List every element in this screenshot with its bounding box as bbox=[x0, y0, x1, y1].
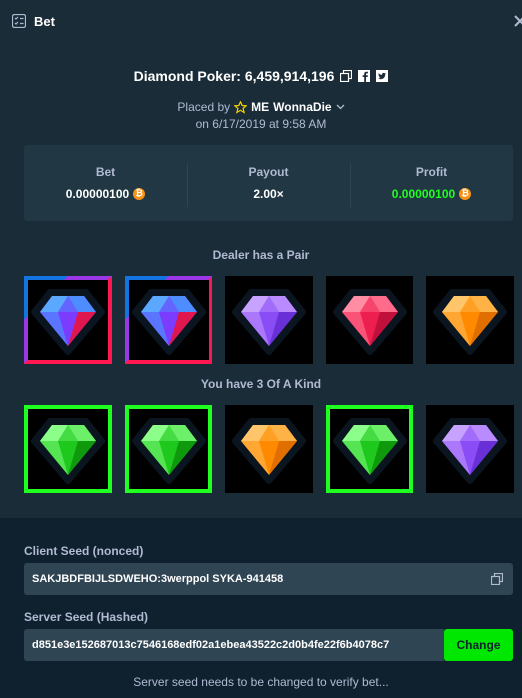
verify-note: Server seed needs to be changed to verif… bbox=[133, 675, 389, 689]
client-seed-label: Client Seed (nonced) bbox=[24, 544, 144, 558]
copy-icon[interactable] bbox=[491, 573, 503, 585]
bet-date: on 6/17/2019 at 9:58 AM bbox=[195, 117, 327, 131]
placed-by-row: Placed by ME WonnaDie bbox=[0, 100, 522, 114]
bet-stats-panel: Bet 0.00000100 ₿ Payout 2.00× Profit 0.0… bbox=[24, 145, 513, 221]
player-card bbox=[325, 405, 414, 493]
twitter-icon[interactable] bbox=[376, 70, 389, 82]
client-seed-field[interactable]: SAKJBDFBIJLSDWEHO:3werppol SYKA-941458 bbox=[24, 563, 513, 595]
profit-stat: Profit 0.00000100 ₿ bbox=[350, 145, 513, 221]
player-cards bbox=[24, 405, 514, 493]
profit-label: Profit bbox=[415, 165, 448, 179]
dealer-card bbox=[124, 276, 213, 364]
facebook-icon[interactable] bbox=[358, 70, 371, 82]
bet-label: Bet bbox=[95, 165, 116, 179]
change-seed-button[interactable]: Change bbox=[444, 629, 513, 661]
payout-label: Payout bbox=[248, 165, 289, 179]
server-seed-field[interactable]: d851e3e152687013c7546168edf02a1ebea43522… bbox=[24, 629, 444, 661]
vip-star-icon bbox=[234, 100, 248, 114]
gem-blue-icon bbox=[28, 280, 108, 360]
player-card bbox=[426, 405, 514, 493]
payout-stat: Payout 2.00× bbox=[187, 145, 350, 221]
bet-amount: 0.00000100 bbox=[65, 187, 130, 201]
dealer-hand-label: Dealer has a Pair bbox=[212, 248, 310, 262]
gem-red-icon bbox=[330, 280, 410, 360]
dealer-cards bbox=[24, 276, 514, 364]
copy-icon[interactable] bbox=[340, 70, 353, 82]
gem-green-icon bbox=[28, 409, 108, 489]
dealer-card bbox=[426, 276, 514, 364]
dealer-card bbox=[225, 276, 313, 364]
game-title: Diamond Poker: 6,459,914,196 bbox=[133, 68, 335, 84]
bet-list-icon bbox=[12, 14, 26, 28]
dealer-card bbox=[325, 276, 414, 364]
bet-title-row: Diamond Poker: 6,459,914,196 bbox=[0, 68, 522, 84]
gem-green-icon bbox=[330, 409, 410, 489]
placed-by-label: Placed by bbox=[177, 100, 231, 114]
gem-green-icon bbox=[129, 409, 209, 489]
close-icon[interactable] bbox=[514, 15, 522, 27]
chevron-down-icon[interactable] bbox=[336, 104, 345, 110]
player-hand-label: You have 3 Of A Kind bbox=[200, 377, 322, 391]
server-seed-label: Server Seed (Hashed) bbox=[24, 610, 149, 624]
bitcoin-icon: ₿ bbox=[459, 188, 472, 200]
player-card bbox=[124, 405, 213, 493]
gem-purple-icon bbox=[229, 280, 309, 360]
bet-amount-stat: Bet 0.00000100 ₿ bbox=[24, 145, 187, 221]
player-card bbox=[24, 405, 112, 493]
gem-orange-icon bbox=[430, 280, 510, 360]
payout-value: 2.00× bbox=[253, 187, 284, 201]
gem-orange-icon bbox=[229, 409, 309, 489]
profit-value: 0.00000100 ₿ bbox=[391, 187, 472, 201]
modal-title: Bet bbox=[34, 13, 55, 29]
modal-header: Bet bbox=[0, 0, 522, 42]
server-seed-value: d851e3e152687013c7546168edf02a1ebea43522… bbox=[32, 639, 390, 651]
bet-value: 0.00000100 ₿ bbox=[65, 187, 146, 201]
gem-blue-icon bbox=[128, 280, 209, 360]
profit-amount: 0.00000100 bbox=[391, 187, 456, 201]
dealer-card bbox=[24, 276, 112, 364]
user-rank: ME bbox=[251, 100, 270, 114]
client-seed-value: SAKJBDFBIJLSDWEHO:3werppol SYKA-941458 bbox=[32, 573, 284, 585]
bitcoin-icon: ₿ bbox=[133, 188, 146, 200]
player-card bbox=[225, 405, 313, 493]
username-link[interactable]: WonnaDie bbox=[273, 100, 331, 114]
gem-purple-icon bbox=[430, 409, 510, 489]
